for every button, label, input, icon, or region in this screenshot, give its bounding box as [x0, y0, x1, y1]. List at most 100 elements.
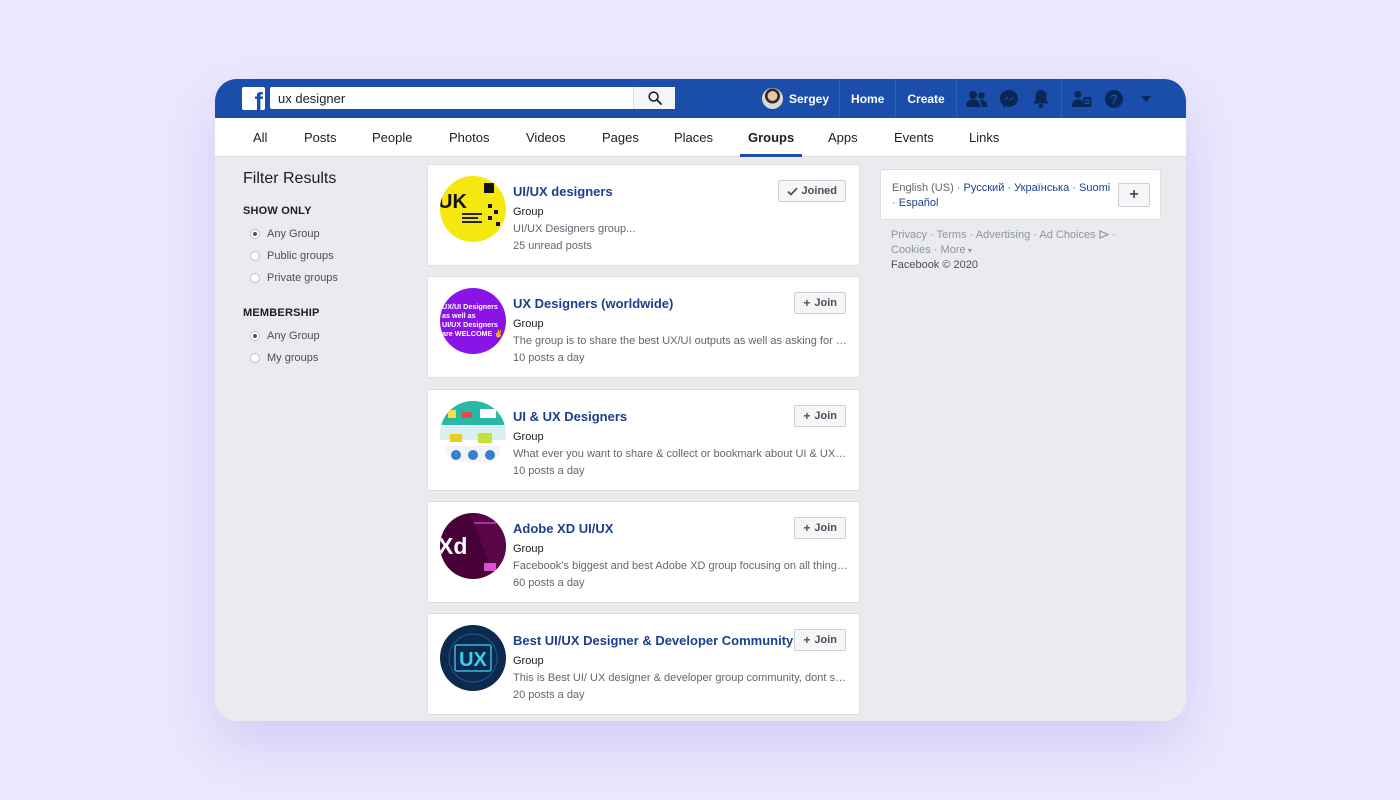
search-button[interactable] [633, 87, 675, 109]
group-activity: 20 posts a day [513, 689, 585, 701]
footer-link[interactable]: Ad Choices [1039, 229, 1095, 241]
facebook-logo-icon[interactable]: f [242, 87, 265, 110]
search-input[interactable] [270, 87, 632, 109]
group-type: Group [513, 655, 544, 667]
group-thumbnail[interactable]: UK [440, 176, 506, 242]
show-only-heading: SHOW ONLY [243, 205, 312, 217]
group-thumbnail[interactable] [440, 401, 506, 467]
footer-link[interactable]: Privacy [891, 229, 927, 241]
svg-text:?: ? [1110, 91, 1118, 106]
top-nav-right: Sergey Home Create ? [762, 79, 1162, 118]
radio-label: Private groups [267, 272, 338, 284]
language-link[interactable]: Suomi [1079, 182, 1110, 194]
button-label: Join [814, 297, 837, 309]
tab-posts[interactable]: Posts [304, 118, 337, 157]
radio-button[interactable] [250, 331, 260, 341]
tab-label: Groups [748, 130, 795, 145]
tab-label: Pages [602, 130, 639, 145]
create-label: Create [907, 91, 945, 106]
footer-link[interactable]: More [941, 244, 966, 256]
group-name-link[interactable]: Adobe XD UI/UX [513, 521, 613, 536]
filter-results-panel: Filter Results SHOW ONLY Any Group Publi… [243, 170, 413, 369]
join-button[interactable]: + Join [794, 405, 846, 427]
quick-help-people-icon[interactable] [1066, 79, 1098, 118]
join-button[interactable]: + Join [794, 629, 846, 651]
search-bar [270, 87, 675, 109]
notifications-bell-icon[interactable] [1025, 79, 1057, 118]
nav-divider [1060, 79, 1062, 118]
filter-private-groups[interactable]: Private groups [243, 267, 413, 289]
top-navigation-bar: f Sergey Home Create [215, 79, 1186, 118]
footer-links: Privacy · Terms · Advertising · Ad Choic… [891, 229, 1116, 271]
group-thumbnail[interactable]: UX [440, 625, 506, 691]
tab-groups[interactable]: Groups [739, 118, 803, 157]
language-link[interactable]: Español [899, 197, 939, 209]
language-selector: English (US) · Русский · Українська · Su… [880, 169, 1161, 220]
tab-photos[interactable]: Photos [449, 118, 489, 157]
tab-videos[interactable]: Videos [526, 118, 566, 157]
tab-label: People [372, 130, 413, 145]
add-language-button[interactable]: + [1118, 183, 1150, 207]
group-type: Group [513, 206, 544, 218]
button-label: Join [814, 522, 837, 534]
home-link[interactable]: Home [840, 79, 897, 118]
group-activity: 10 posts a day [513, 352, 585, 364]
user-name: Sergey [789, 91, 830, 106]
current-language: English (US) [892, 182, 954, 194]
tab-label: Apps [828, 130, 858, 145]
svg-text:UX/UI Designers as w: UX/UI Designers as well as UI/UX Designe… [442, 302, 503, 338]
join-button[interactable]: + Join [794, 292, 846, 314]
group-name-link[interactable]: Best UI/UX Designer & Developer Communit… [513, 633, 793, 648]
copyright: Facebook © 2020 [891, 259, 978, 271]
language-link[interactable]: Русский [964, 182, 1005, 194]
radio-label: My groups [267, 352, 319, 364]
plus-icon: + [803, 521, 811, 535]
ad-choices-icon [1099, 230, 1110, 239]
radio-button[interactable] [250, 251, 260, 261]
footer-link[interactable]: Terms [937, 229, 967, 241]
account-dropdown-caret-icon[interactable] [1130, 79, 1162, 118]
button-label: Joined [801, 185, 837, 197]
group-name-link[interactable]: UI & UX Designers [513, 409, 627, 424]
footer-link[interactable]: Advertising [976, 229, 1030, 241]
avatar [762, 88, 783, 109]
group-type: Group [513, 543, 544, 555]
filter-public-groups[interactable]: Public groups [243, 245, 413, 267]
group-type: Group [513, 431, 544, 443]
join-button[interactable]: + Join [794, 517, 846, 539]
plus-icon: + [803, 409, 811, 423]
messenger-icon[interactable] [993, 79, 1025, 118]
tab-label: Events [894, 130, 934, 145]
group-thumbnail[interactable]: Xd [440, 513, 506, 579]
joined-button[interactable]: Joined [777, 180, 846, 202]
group-result-card: UK UI/UX designers Group UI/UX Designers… [427, 164, 860, 266]
radio-button[interactable] [250, 273, 260, 283]
membership-my-groups[interactable]: My groups [243, 347, 413, 369]
help-question-icon[interactable]: ? [1098, 79, 1130, 118]
check-icon [786, 187, 798, 196]
create-link[interactable]: Create [896, 79, 957, 118]
footer-link[interactable]: Cookies [891, 244, 931, 256]
group-activity: 25 unread posts [513, 240, 592, 252]
radio-button[interactable] [250, 353, 260, 363]
filter-any-group[interactable]: Any Group [243, 223, 413, 245]
friend-requests-icon[interactable] [961, 79, 993, 118]
group-thumbnail[interactable]: UX/UI Designers as well as UI/UX Designe… [440, 288, 506, 354]
filter-results-title: Filter Results [243, 170, 337, 187]
tab-events[interactable]: Events [894, 118, 934, 157]
language-link[interactable]: Українська [1014, 182, 1069, 194]
profile-link[interactable]: Sergey [762, 79, 841, 118]
radio-button[interactable] [250, 229, 260, 239]
group-result-card: UI & UX Designers Group What ever you wa… [427, 389, 860, 491]
tab-people[interactable]: People [372, 118, 412, 157]
tab-pages[interactable]: Pages [602, 118, 639, 157]
tab-apps[interactable]: Apps [828, 118, 858, 157]
tab-links[interactable]: Links [969, 118, 999, 157]
tab-all[interactable]: All [253, 118, 267, 157]
group-description: Facebook’s biggest and best Adobe XD gro… [513, 560, 849, 572]
membership-any-group[interactable]: Any Group [243, 325, 413, 347]
group-name-link[interactable]: UX Designers (worldwide) [513, 296, 673, 311]
group-name-link[interactable]: UI/UX designers [513, 184, 613, 199]
tab-places[interactable]: Places [674, 118, 713, 157]
more-caret-icon: ▾ [965, 245, 972, 255]
